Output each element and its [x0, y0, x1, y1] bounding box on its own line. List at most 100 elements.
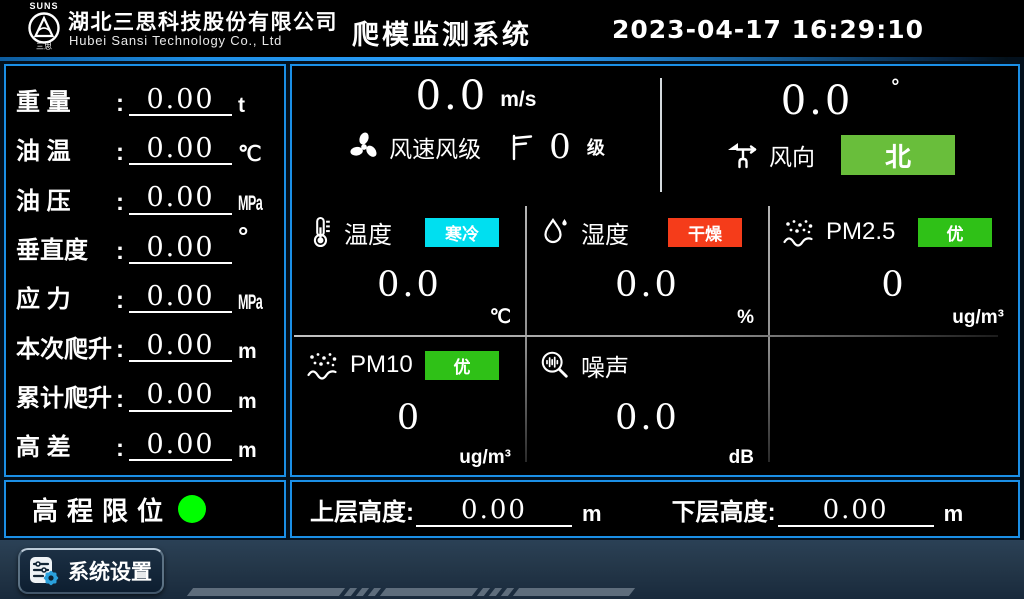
header-accent-line	[0, 57, 1008, 61]
wind-direction-block: 0.0 ° 风向 北	[662, 66, 1018, 202]
measure-value: 0.00	[129, 86, 232, 116]
measure-unit: m	[238, 439, 276, 463]
measure-value: 0.00	[129, 332, 232, 362]
measure-unit: m	[238, 340, 276, 364]
status-badge: 优	[425, 351, 499, 380]
measure-value: 0.00	[129, 431, 232, 461]
measure-label: 本次爬升	[16, 336, 116, 365]
measure-label: 累计爬升	[16, 385, 116, 414]
sensor-value: 0.0	[306, 268, 513, 303]
sensor-name: PM10	[350, 351, 413, 379]
sensor-grid: 温度 寒冷 0.0 ℃ 湿度 干燥 0.0 %	[292, 202, 1018, 475]
app-window: SUNS 三思 湖北三思科技股份有限公司 Hubei Sansi Technol…	[0, 0, 1024, 599]
tile-humidity: 湿度 干燥 0.0 %	[525, 202, 768, 335]
tile-empty	[768, 335, 1018, 475]
wind-section: 0.0 m/s 风速风级	[292, 66, 1018, 202]
company-name-en: Hubei Sansi Technology Co., Ltd	[69, 33, 282, 48]
wind-speed-value: 0.0	[416, 76, 489, 116]
measure-unit: MPa	[238, 192, 261, 216]
colon: :	[116, 336, 124, 364]
colon: :	[406, 499, 414, 527]
company-logo: SUNS 三思	[22, 1, 66, 56]
sound-magnifier-icon	[539, 349, 571, 381]
sensor-unit: ℃	[490, 306, 511, 329]
status-badge: 寒冷	[425, 218, 499, 247]
wind-direction-badge: 北	[841, 135, 955, 175]
elevation-limit-status-light	[178, 495, 206, 523]
sensor-name: 湿度	[581, 215, 629, 250]
settings-gear-icon	[28, 555, 60, 587]
tile-head: 湿度 干燥	[539, 212, 756, 252]
logo-sansi-text: 三思	[22, 43, 66, 51]
layer-heights-box: 上层高度: 0.00 m 下层高度: 0.00 m	[290, 480, 1020, 538]
measure-unit: °	[238, 222, 276, 252]
wind-direction-line: 风向 北	[662, 135, 1018, 175]
sensor-value: 0.0	[539, 268, 756, 303]
colon: :	[116, 386, 124, 414]
system-settings-button[interactable]: 系统设置	[18, 548, 164, 594]
colon: :	[116, 90, 124, 118]
tile-pm25: PM2.5 优 0 ug/m³	[768, 202, 1018, 335]
taskbar-decoration	[190, 588, 632, 596]
sensor-name: 温度	[344, 215, 392, 250]
tile-head: PM2.5 优	[782, 212, 1006, 252]
wind-level-flag-icon	[507, 132, 533, 162]
particles-icon	[306, 350, 340, 380]
sensor-name: PM2.5	[826, 218, 895, 246]
wind-speed-label: 风速风级	[389, 130, 481, 164]
measure-label: 油 压	[16, 188, 116, 217]
measure-value: 0.00	[129, 234, 232, 264]
colon: :	[116, 435, 124, 463]
wind-speed-block: 0.0 m/s 风速风级	[292, 66, 660, 202]
colon: :	[116, 287, 124, 315]
elevation-limit-box: 高程限位	[4, 480, 286, 538]
upper-height-value: 0.00	[416, 497, 572, 526]
measure-value: 0.00	[129, 135, 232, 165]
thermometer-icon	[306, 214, 334, 250]
measure-label: 应 力	[16, 286, 116, 315]
environment-panel: 0.0 m/s 风速风级	[290, 64, 1020, 477]
wind-level-unit: 级	[587, 134, 605, 160]
sensor-value: 0	[306, 401, 513, 436]
wind-level-value: 0	[549, 130, 573, 164]
sensor-unit: dB	[729, 447, 754, 469]
sensor-value: 0.0	[539, 401, 756, 436]
company-name-cn: 湖北三思科技股份有限公司	[68, 6, 338, 36]
lower-height-label: 下层高度	[672, 492, 768, 527]
tile-head: 温度 寒冷	[306, 212, 513, 252]
wind-direction-label: 风向	[769, 138, 815, 172]
tile-noise: 噪声 0.0 dB	[525, 335, 768, 475]
measure-row-verticality: 垂直度: 0.00 °	[16, 222, 276, 266]
measure-row-oil-temp: 油 温: 0.00 ℃	[16, 123, 276, 167]
wind-speed-unit: m/s	[500, 88, 536, 112]
tile-head: PM10 优	[306, 345, 513, 385]
measure-unit: ℃	[238, 143, 276, 167]
measure-label: 垂直度	[16, 237, 116, 266]
sensor-value: 0	[782, 268, 1006, 303]
measure-row-stress: 应 力: 0.00 MPa	[16, 271, 276, 315]
measure-unit: m	[238, 390, 276, 414]
sensor-unit: ug/m³	[952, 307, 1004, 329]
sensor-unit: ug/m³	[459, 447, 511, 469]
datetime-display: 2023-04-17 16:29:10	[612, 15, 924, 44]
particles-icon	[782, 217, 816, 247]
measure-row-oil-pressure: 油 压: 0.00 MPa	[16, 173, 276, 217]
upper-height-unit: m	[582, 501, 602, 527]
wind-vane-icon	[725, 140, 761, 170]
elevation-limit-label: 高程限位	[32, 491, 172, 528]
wind-direction-value-line: 0.0 °	[662, 76, 1018, 121]
company-logo-icon	[27, 11, 61, 45]
logo-suns-text: SUNS	[22, 1, 66, 11]
header-bar: SUNS 三思 湖北三思科技股份有限公司 Hubei Sansi Technol…	[0, 0, 1024, 57]
measure-row-current-climb: 本次爬升: 0.00 m	[16, 320, 276, 364]
measure-value: 0.00	[129, 283, 232, 313]
lower-height-value: 0.00	[778, 497, 934, 526]
wind-direction-unit: °	[891, 76, 899, 99]
measure-row-total-climb: 累计爬升: 0.00 m	[16, 370, 276, 414]
measure-row-weight: 重 量: 0.00 t	[16, 74, 276, 118]
lower-height-unit: m	[944, 501, 964, 527]
wind-level-line: 风速风级 0 级	[292, 130, 660, 164]
measure-row-height-diff: 高 差: 0.00 m	[16, 419, 276, 463]
status-badge: 优	[918, 218, 992, 247]
measure-label: 高 差	[16, 434, 116, 463]
